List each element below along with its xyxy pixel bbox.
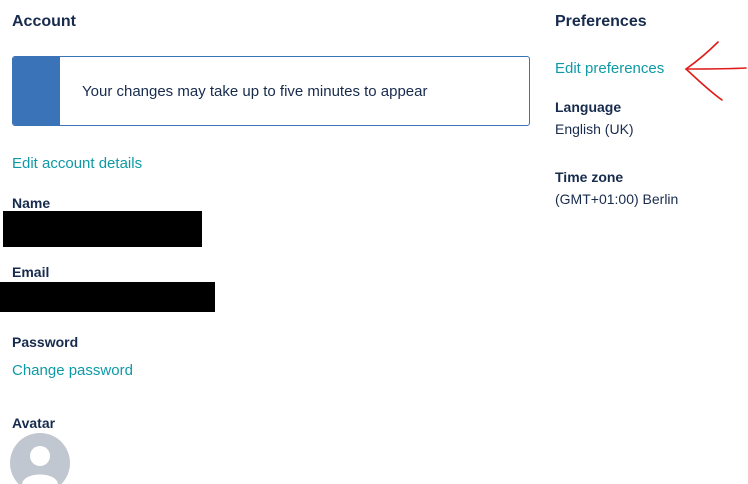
notice-message: Your changes may take up to five minutes… [82,82,428,100]
name-label: Name [12,195,51,211]
avatar-label: Avatar [12,415,56,431]
email-value-redacted [0,282,215,312]
changes-notice: Your changes may take up to five minutes… [12,56,530,126]
change-password-link[interactable]: Change password [12,362,133,380]
password-label: Password [12,334,79,350]
default-user-icon [22,446,58,484]
name-value-redacted [3,211,202,247]
timezone-label: Time zone [555,169,624,185]
language-label: Language [555,99,622,115]
email-label: Email [12,264,50,280]
edit-account-details-link[interactable]: Edit account details [12,155,142,173]
preferences-heading: Preferences [555,13,647,30]
language-value: English (UK) [555,121,634,137]
account-heading: Account [12,13,76,30]
timezone-value: (GMT+01:00) Berlin [555,191,679,207]
red-arrow-annotation-icon [684,41,747,101]
avatar[interactable] [10,433,70,484]
profile-page: Account Your changes may take up to five… [0,0,748,484]
edit-preferences-link[interactable]: Edit preferences [555,60,664,78]
notice-accent-bar [13,57,60,125]
